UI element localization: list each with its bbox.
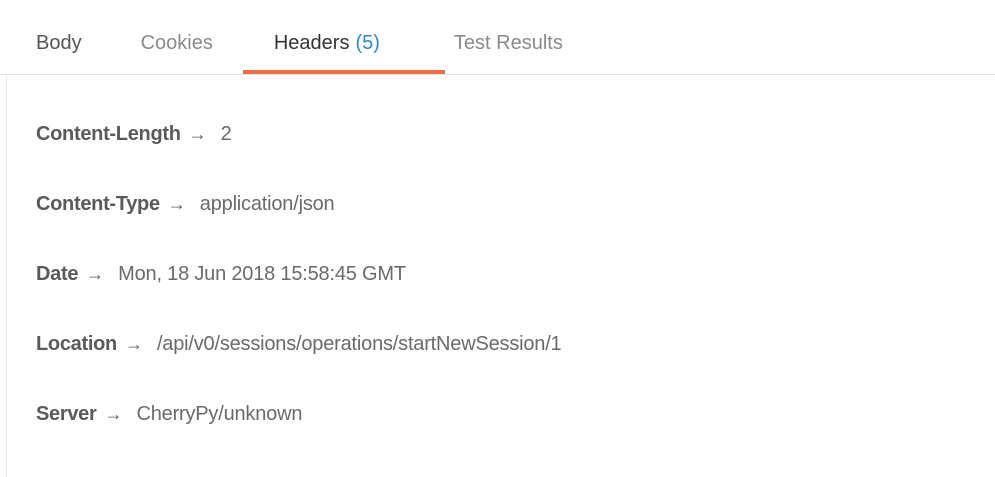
header-value: 2: [220, 122, 232, 145]
header-key: Date: [36, 262, 79, 285]
header-key: Server: [36, 402, 97, 425]
tab-headers-label: Headers: [273, 32, 350, 54]
header-value: CherryPy/unknown: [136, 402, 303, 425]
arrow-icon: →: [188, 123, 207, 144]
tab-test-results[interactable]: Test Results: [454, 0, 563, 74]
tab-test-results-label: Test Results: [453, 32, 563, 54]
response-headers-list: Content-Length → 2 Content-Type → applic…: [36, 116, 976, 466]
arrow-icon: →: [86, 263, 105, 284]
arrow-icon: →: [104, 403, 123, 424]
header-row-server: Server → CherryPy/unknown: [36, 396, 976, 432]
headers-count-badge: (5): [355, 32, 380, 54]
header-value: application/json: [199, 192, 335, 215]
active-tab-underline: [242, 70, 445, 74]
response-tab-bar: Body Cookies Headers (5) Test Results: [0, 0, 995, 75]
arrow-icon: →: [124, 333, 143, 354]
tab-body-label: Body: [36, 32, 82, 54]
tab-cookies[interactable]: Cookies: [141, 0, 213, 74]
header-key: Location: [36, 332, 117, 355]
tab-cookies-label: Cookies: [140, 32, 213, 54]
header-row-location: Location → /api/v0/sessions/operations/s…: [36, 326, 976, 362]
tab-headers[interactable]: Headers (5): [242, 0, 445, 74]
header-key: Content-Length: [36, 122, 181, 145]
tab-body[interactable]: Body: [36, 0, 82, 74]
header-key: Content-Type: [36, 192, 160, 215]
header-row-date: Date → Mon, 18 Jun 2018 15:58:45 GMT: [36, 256, 976, 292]
panel-left-border: [6, 76, 7, 477]
header-value: /api/v0/sessions/operations/startNewSess…: [156, 332, 562, 355]
header-row-content-type: Content-Type → application/json: [36, 186, 976, 222]
arrow-icon: →: [167, 193, 186, 214]
header-value: Mon, 18 Jun 2018 15:58:45 GMT: [118, 262, 406, 285]
header-row-content-length: Content-Length → 2: [36, 116, 976, 152]
